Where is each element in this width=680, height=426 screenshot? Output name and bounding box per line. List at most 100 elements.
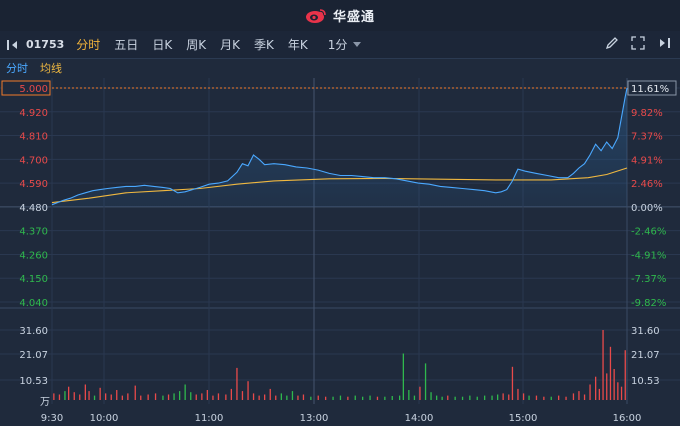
fullscreen-tool[interactable] (630, 35, 646, 51)
volume-bar (461, 396, 464, 400)
volume-bar (88, 391, 90, 400)
collapse-sidebar-icon[interactable] (6, 38, 20, 52)
volume-bar (558, 395, 560, 400)
volume-bar (140, 395, 142, 400)
price-area (52, 88, 627, 207)
volume-bar (598, 388, 600, 400)
volume-bar (624, 350, 626, 400)
volume-bar (441, 396, 443, 400)
volume-bar (617, 382, 619, 400)
volume-bar (376, 396, 379, 400)
time-tick-label: 16:00 (613, 413, 642, 424)
volume-bar (258, 395, 260, 400)
volume-bar (362, 396, 364, 400)
volume-tick-label: 31.60 (19, 326, 48, 337)
volume-bar (399, 395, 401, 400)
tab-quarterly-k[interactable]: 季K (254, 36, 274, 53)
pct-tick-label: 4.91% (631, 155, 663, 166)
volume-bar (419, 386, 421, 400)
volume-tick-label: 10.53 (19, 376, 48, 387)
volume-bar (484, 395, 486, 400)
chart-legend: 分时 均线 (0, 58, 680, 78)
volume-bar (578, 391, 580, 400)
volume-bar (491, 395, 493, 400)
volume-bar (99, 387, 101, 400)
draw-tool[interactable] (604, 35, 620, 51)
price-tick-label: 4.480 (19, 203, 48, 214)
price-area-fill (52, 88, 627, 207)
volume-bar (620, 386, 623, 400)
volume-bar (84, 384, 86, 400)
volume-bar (286, 395, 288, 400)
tab-daily-k[interactable]: 日K (152, 36, 172, 53)
volume-bar (325, 396, 327, 400)
volume-bars (53, 330, 626, 400)
price-tick-label: 4.150 (19, 274, 48, 285)
volume-bar (275, 395, 277, 400)
time-tick-label: 10:00 (90, 413, 119, 424)
price-tick-label: 4.040 (19, 298, 48, 309)
volume-bar (206, 390, 208, 400)
volume-bar (447, 395, 449, 400)
tab-yearly-k[interactable]: 年K (288, 36, 308, 53)
brand: 华盛通 (305, 6, 375, 25)
volume-bar (167, 394, 170, 400)
pct-tick-label: -2.46% (631, 227, 666, 238)
volume-bar (53, 393, 55, 400)
pct-tick-label: 9.82% (631, 108, 663, 119)
volume-bar (68, 386, 70, 400)
volume-bar (58, 394, 61, 400)
tab-intraday[interactable]: 分时 (76, 36, 100, 53)
volume-bar (105, 393, 107, 400)
volume-bar (127, 393, 129, 400)
volume-bar (264, 394, 266, 400)
volume-bar (332, 396, 334, 400)
volume-bar (110, 394, 112, 400)
volume-bar (173, 393, 175, 400)
price-tick-label: 4.810 (19, 132, 48, 143)
volume-bar (391, 396, 393, 400)
volume-bar (583, 394, 586, 400)
intraday-chart[interactable]: 5.000 4.920 4.810 4.700 4.590 4.480 4.370 4.260… (0, 78, 680, 426)
volume-bar (424, 363, 427, 400)
volume-bar (347, 396, 349, 400)
volume-bar (595, 376, 597, 400)
expand-panel-tool[interactable] (656, 35, 672, 51)
pct-tick-label: 7.37% (631, 132, 663, 143)
price-tick-label: 4.260 (19, 250, 48, 261)
volume-bar (230, 388, 232, 400)
volume-bar (508, 394, 510, 400)
volume-bar (522, 393, 525, 400)
volume-bar (502, 393, 504, 400)
volume-bar (339, 395, 342, 400)
pct-tick-label: 0.00% (631, 203, 663, 214)
tab-weekly-k[interactable]: 周K (186, 36, 206, 53)
volume-bar (179, 391, 181, 400)
brand-name: 华盛通 (332, 10, 375, 25)
volume-bar (543, 396, 545, 400)
volume-bar (297, 395, 299, 400)
volume-bar (79, 394, 81, 400)
period-select[interactable]: 1分 (328, 36, 362, 53)
pct-tick-label: -9.82% (631, 298, 666, 309)
volume-bar (302, 394, 305, 400)
chart-toolbar: 01753 分时 五日 日K 周K 月K 季K 年K 1分 (0, 31, 680, 59)
tab-five-day[interactable]: 五日 (114, 36, 138, 53)
volume-bar (369, 395, 371, 400)
volume-bar (162, 395, 164, 400)
volume-bar (64, 391, 66, 400)
volume-bar (217, 393, 220, 400)
triangle-down-icon (353, 41, 362, 47)
volume-bar (550, 396, 552, 400)
tab-monthly-k[interactable]: 月K (220, 36, 240, 53)
volume-bar (589, 384, 591, 400)
time-tick-label: 14:00 (405, 413, 434, 424)
volume-bar (310, 396, 312, 400)
fullscreen-icon (631, 36, 645, 50)
volume-bar (269, 388, 271, 400)
volume-bar (225, 394, 227, 400)
volume-bar (73, 392, 75, 400)
volume-bar (116, 390, 118, 400)
volume-bar (572, 393, 575, 400)
volume-bar (184, 384, 186, 400)
